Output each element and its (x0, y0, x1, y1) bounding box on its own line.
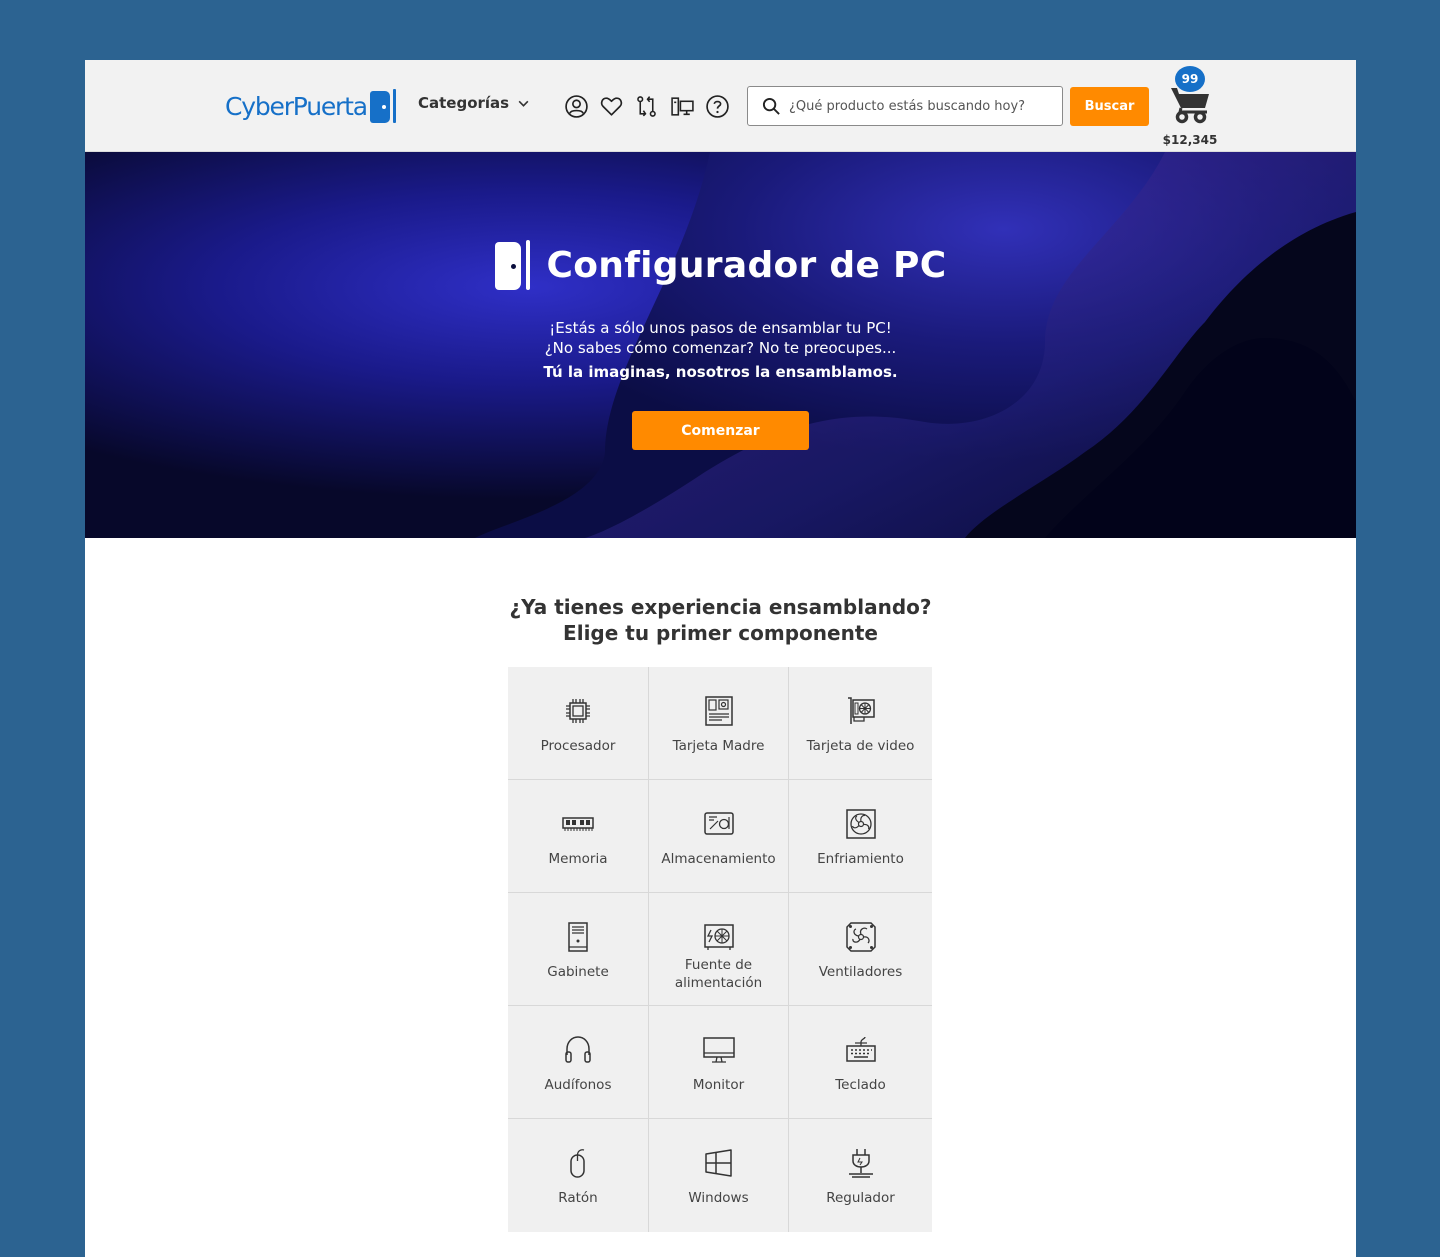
components-heading: ¿Ya tienes experiencia ensamblando? Elig… (85, 594, 1356, 646)
account-icon[interactable] (563, 93, 589, 119)
component-label: Teclado (835, 1077, 886, 1093)
search-icon (762, 97, 780, 115)
component-label: Gabinete (547, 964, 609, 980)
cooling-icon (845, 809, 876, 839)
component-regulator[interactable]: Regulador (789, 1119, 932, 1232)
fans-icon (845, 922, 876, 952)
hero-line-2: ¿No sabes cómo comenzar? No te preocupes… (544, 339, 897, 357)
gpu-icon (847, 697, 875, 724)
cart-button[interactable]: 99 (1165, 66, 1215, 126)
keyboard-icon (845, 1036, 876, 1062)
page-frame: CyberPuerta Categorías Buscar (85, 60, 1356, 1257)
cart-total: $12,345 (1162, 133, 1218, 147)
cpu-icon (566, 699, 590, 723)
logo-text: CyberPuerta (225, 91, 368, 121)
component-storage[interactable]: Almacenamiento (649, 780, 789, 893)
hero-heading: Configurador de PC (85, 240, 1356, 290)
power-supply-icon (703, 924, 734, 950)
component-monitor[interactable]: Monitor (649, 1006, 789, 1119)
configurator-icon[interactable] (669, 93, 695, 119)
component-power-supply[interactable]: Fuente de alimentación (649, 893, 789, 1006)
component-label: Ratón (558, 1190, 598, 1206)
compare-icon[interactable] (633, 93, 659, 119)
component-mouse[interactable]: Ratón (508, 1119, 649, 1232)
door-icon (369, 89, 397, 123)
door-icon (494, 240, 531, 290)
motherboard-icon (704, 696, 733, 726)
components-title-line-1: ¿Ya tienes experiencia ensamblando? (509, 595, 932, 619)
component-grid: Procesador Tarjeta Madre Tarjeta de vide… (508, 667, 932, 1232)
ram-icon (562, 817, 594, 831)
site-header: CyberPuerta Categorías Buscar (85, 60, 1356, 152)
start-button[interactable]: Comenzar (632, 411, 809, 450)
search-button[interactable]: Buscar (1070, 87, 1149, 126)
search-box (747, 86, 1063, 126)
monitor-icon (702, 1037, 735, 1063)
windows-icon (704, 1149, 732, 1177)
component-memory[interactable]: Memoria (508, 780, 649, 893)
component-label: Windows (688, 1190, 749, 1206)
headphones-icon (565, 1036, 591, 1063)
categories-label: Categorías (418, 94, 510, 112)
component-motherboard[interactable]: Tarjeta Madre (649, 667, 789, 780)
heart-icon[interactable] (598, 93, 624, 119)
cart-count-badge: 99 (1175, 66, 1205, 92)
component-headphones[interactable]: Audífonos (508, 1006, 649, 1119)
component-label: Tarjeta Madre (672, 738, 765, 754)
component-windows[interactable]: Windows (649, 1119, 789, 1232)
component-label: Audífonos (544, 1077, 612, 1093)
component-label: Memoria (548, 851, 608, 867)
categories-menu[interactable]: Categorías (418, 94, 530, 112)
hero-tagline: Tú la imaginas, nosotros la ensamblamos. (543, 363, 898, 381)
component-fans[interactable]: Ventiladores (789, 893, 932, 1006)
component-processor[interactable]: Procesador (508, 667, 649, 780)
hero-title: Configurador de PC (546, 244, 947, 286)
hero-line-1: ¡Estás a sólo unos pasos de ensamblar tu… (549, 319, 892, 337)
component-keyboard[interactable]: Teclado (789, 1006, 932, 1119)
chevron-down-icon (518, 100, 529, 107)
logo[interactable]: CyberPuerta (225, 88, 397, 124)
component-label: Procesador (540, 738, 616, 754)
regulator-icon (848, 1149, 873, 1178)
component-label: Almacenamiento (661, 851, 776, 867)
mouse-icon (570, 1149, 585, 1178)
component-label: Regulador (826, 1190, 895, 1206)
hero-description: ¡Estás a sólo unos pasos de ensamblar tu… (85, 318, 1356, 358)
case-icon (568, 922, 588, 952)
component-label: Monitor (692, 1077, 745, 1093)
component-label: Enfriamiento (817, 851, 904, 867)
search-input[interactable] (789, 98, 1059, 114)
component-label: Fuente de alimentación (674, 957, 763, 991)
component-gpu[interactable]: Tarjeta de video (789, 667, 932, 780)
component-case[interactable]: Gabinete (508, 893, 649, 1006)
help-icon[interactable] (704, 93, 730, 119)
component-label: Ventiladores (818, 964, 903, 980)
hero-banner: Configurador de PC ¡Estás a sólo unos pa… (85, 152, 1356, 538)
components-title-line-2: Elige tu primer componente (563, 621, 878, 645)
component-label: Tarjeta de video (806, 738, 915, 754)
component-cooling[interactable]: Enfriamiento (789, 780, 932, 893)
storage-icon (703, 812, 734, 835)
